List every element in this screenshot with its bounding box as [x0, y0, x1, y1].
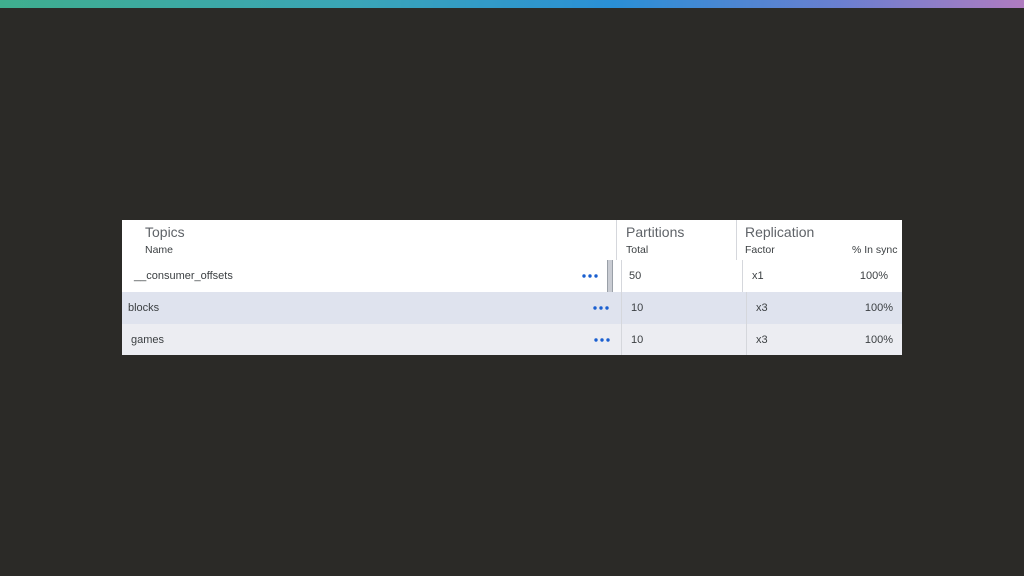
table-header: Topics Name Partitions Total Replication… [122, 220, 902, 260]
row-divider [742, 260, 743, 292]
topic-name[interactable]: blocks [128, 292, 159, 324]
row-divider [621, 292, 622, 324]
partitions-total: 10 [631, 302, 644, 314]
row-divider [621, 324, 622, 355]
column-header-factor[interactable]: Factor [745, 244, 775, 256]
more-horizontal-icon [582, 274, 598, 278]
row-more-button[interactable] [581, 269, 599, 283]
more-horizontal-icon [593, 306, 609, 310]
table-row[interactable]: __consumer_offsets 50 x1 100% [122, 260, 902, 292]
row-divider [746, 292, 747, 324]
row-more-button[interactable] [593, 333, 611, 347]
in-sync-percent: 100% [864, 334, 893, 346]
table-row[interactable]: blocks 10 x3 100% [122, 292, 902, 324]
replication-factor: x1 [752, 270, 764, 282]
column-header-name[interactable]: Name [145, 244, 173, 256]
partitions-total: 10 [631, 334, 644, 346]
header-divider-partitions [616, 220, 617, 260]
column-resize-handle[interactable] [607, 260, 613, 292]
header-divider-replication [736, 220, 737, 260]
table-row[interactable]: games 10 x3 100% [122, 324, 902, 355]
topic-name[interactable]: __consumer_offsets [134, 260, 233, 292]
in-sync-percent: 100% [864, 302, 893, 314]
partitions-total: 50 [629, 270, 642, 282]
group-title-partitions: Partitions [626, 224, 685, 240]
topics-table: Topics Name Partitions Total Replication… [122, 220, 902, 355]
topic-name[interactable]: games [131, 324, 164, 355]
in-sync-percent: 100% [859, 270, 888, 282]
group-title-replication: Replication [745, 224, 815, 240]
column-header-in-sync[interactable]: % In sync [852, 244, 898, 256]
row-divider [746, 324, 747, 355]
top-gradient-bar [0, 0, 1024, 8]
replication-factor: x3 [756, 302, 768, 314]
more-horizontal-icon [594, 338, 610, 342]
group-title-topics: Topics [145, 224, 185, 240]
replication-factor: x3 [756, 334, 768, 346]
row-more-button[interactable] [592, 301, 610, 315]
row-divider [621, 260, 622, 292]
column-header-total[interactable]: Total [626, 244, 648, 256]
